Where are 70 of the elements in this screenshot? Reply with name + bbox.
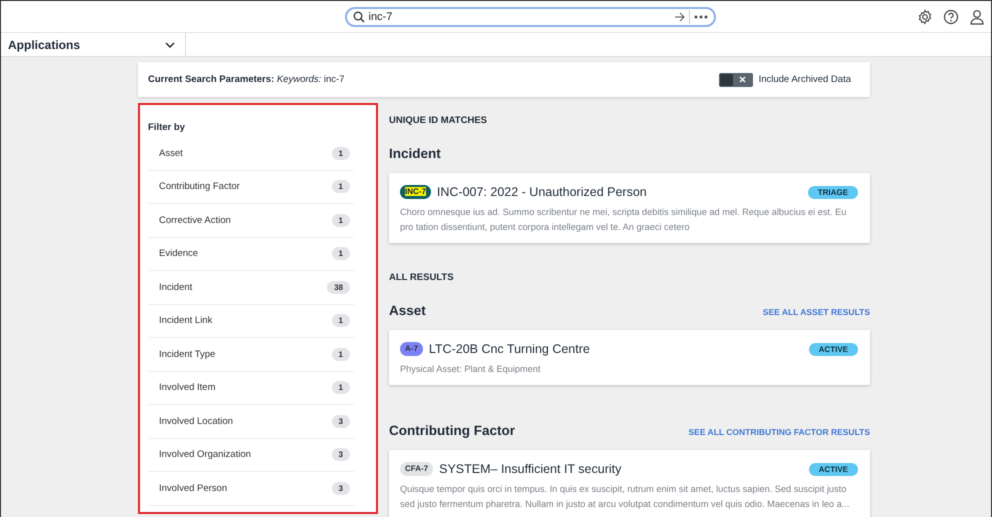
filter-label: Evidence bbox=[159, 248, 198, 260]
filter-title: Filter by bbox=[148, 122, 186, 133]
id-badge: INC-7 bbox=[400, 185, 431, 199]
status-badge: ACTIVE bbox=[808, 342, 858, 356]
filter-item[interactable]: Involved Organization 3 bbox=[148, 438, 354, 472]
status-badge: TRIAGE bbox=[808, 186, 858, 198]
filter-label: Involved Location bbox=[159, 416, 233, 427]
filter-label: Incident bbox=[159, 282, 192, 293]
count-badge: 1 bbox=[332, 381, 350, 394]
count-badge: 3 bbox=[332, 482, 350, 495]
id-badge: A-7 bbox=[400, 342, 423, 356]
toggle-label: Include Archived Data bbox=[758, 74, 851, 85]
count-badge: 1 bbox=[332, 348, 350, 361]
count-badge: 38 bbox=[327, 280, 350, 294]
filter-item[interactable]: Incident 38 bbox=[148, 271, 354, 304]
result-description: Choro omnesque ius ad. Summo scribentur ne mei, scripta debitis similique ad mel. Reque albucius ei est. Eu pro tation dissentiunt, putent corpora intellegam vel te. An graeci cetero bbox=[400, 206, 848, 234]
result-title[interactable]: INC-007: 2022 - Unauthorized Person bbox=[436, 185, 802, 199]
filter-item[interactable]: Corrective Action 1 bbox=[148, 204, 354, 238]
result-description: Quisque tempor quis orci in tempus. In quis ex suscipit, rutrum enim sit amet, luctus sapien. Sed suscipit justo sed justo fermentum pharetra. Nullam in justo at arcu volutpat condimentum vel quis odio. Maecenas in leo a... bbox=[400, 483, 850, 511]
filter-item[interactable]: Involved Person 3 bbox=[148, 472, 354, 506]
count-badge: 3 bbox=[332, 448, 350, 462]
result-description: Physical Asset: Plant & Equipment bbox=[400, 363, 542, 376]
filter-label: Corrective Action bbox=[159, 214, 231, 226]
archived-toggle[interactable] bbox=[718, 72, 753, 86]
group-title: Contributing Factor bbox=[389, 423, 515, 438]
see-all-link[interactable]: SEE ALL ASSET RESULTS bbox=[762, 307, 870, 317]
result-card[interactable] bbox=[389, 450, 870, 517]
filter-item[interactable]: Involved Location 3 bbox=[148, 405, 354, 438]
filter-item[interactable]: Contributing Factor 1 bbox=[148, 170, 354, 204]
filter-label: Incident Type bbox=[159, 348, 216, 360]
search-input: inc-7 bbox=[368, 10, 670, 22]
search-icon bbox=[352, 10, 364, 22]
group-title: Asset bbox=[389, 303, 426, 318]
see-all-link[interactable]: SEE ALL CONTRIBUTING FACTOR RESULTS bbox=[688, 427, 870, 437]
filter-label: Involved Organization bbox=[159, 449, 251, 460]
count-badge: 1 bbox=[332, 247, 350, 260]
filter-label: Incident Link bbox=[159, 315, 212, 326]
result-title[interactable]: LTC-20B Cnc Turning Centre bbox=[428, 342, 803, 356]
id-badge: CFA-7 bbox=[400, 462, 434, 476]
result-card[interactable]: A-7 LTC-20B Cnc Turning Centre ACTIVE Physical Asset: Plant & Equipment bbox=[389, 330, 870, 385]
more-icon[interactable] bbox=[694, 14, 708, 18]
close-icon bbox=[738, 76, 746, 83]
section-heading: UNIQUE ID MATCHES bbox=[389, 115, 488, 126]
filter-label: Involved Item bbox=[159, 382, 216, 394]
filter-item[interactable]: Involved Item 1 bbox=[148, 372, 354, 405]
filter-item[interactable]: Incident Link 1 bbox=[148, 304, 354, 338]
settings-icon[interactable] bbox=[917, 9, 933, 25]
count-badge: 3 bbox=[332, 414, 350, 428]
result-title[interactable]: SYSTEM– Insufficient IT security bbox=[439, 462, 803, 476]
applications-menu[interactable]: Applications bbox=[1, 33, 186, 56]
arrow-right-icon[interactable] bbox=[674, 12, 684, 22]
result-card[interactable] bbox=[389, 173, 870, 243]
section-heading: ALL RESULTS bbox=[389, 272, 455, 283]
status-badge: ACTIVE bbox=[808, 462, 858, 476]
filter-label: Contributing Factor bbox=[159, 181, 240, 192]
search-field[interactable]: inc-7 bbox=[344, 6, 716, 26]
count-badge: 1 bbox=[332, 214, 350, 227]
count-badge: 1 bbox=[332, 180, 350, 194]
search-parameters-text: Current Search Parameters: Keywords: inc-7 bbox=[148, 74, 346, 85]
filter-label: Asset bbox=[159, 148, 183, 159]
filter-item[interactable]: Evidence 1 bbox=[148, 238, 354, 271]
group-title: Incident bbox=[389, 146, 441, 161]
chevron-down-icon bbox=[165, 42, 175, 48]
count-badge: 1 bbox=[332, 146, 350, 160]
help-icon[interactable] bbox=[943, 9, 959, 25]
count-badge: 1 bbox=[332, 314, 350, 328]
filter-item[interactable]: Incident Type 1 bbox=[148, 338, 354, 372]
user-icon[interactable] bbox=[969, 9, 985, 25]
filter-label: Involved Person bbox=[159, 482, 228, 494]
filter-item[interactable]: Asset 1 bbox=[148, 137, 354, 170]
